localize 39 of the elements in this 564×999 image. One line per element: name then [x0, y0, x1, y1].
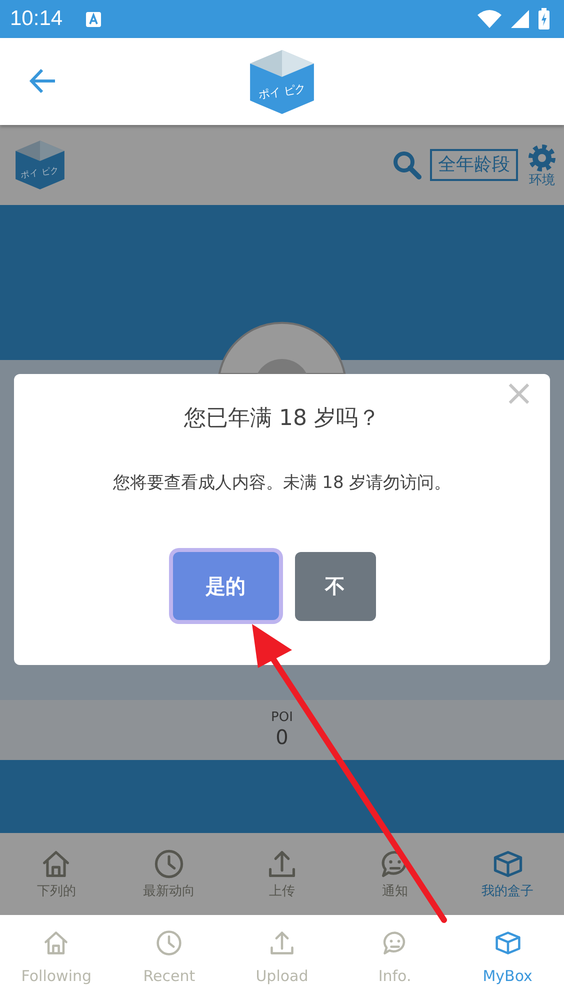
clock-time: 10:14: [10, 6, 63, 32]
nav-tab[interactable]: MyBox: [451, 915, 564, 999]
age-rating-button[interactable]: 全年龄段: [430, 149, 518, 181]
clock-icon: [155, 929, 184, 957]
settings-button[interactable]: 环境: [526, 142, 558, 188]
wifi-icon: [477, 9, 502, 29]
gear-icon: [526, 142, 558, 174]
battery-icon: [538, 8, 550, 30]
logo-text: ポイ ピク: [20, 166, 60, 181]
house-icon: [42, 929, 70, 957]
nav-tab[interactable]: Info.: [338, 915, 452, 999]
back-arrow-icon: [28, 66, 58, 96]
box-icon: [494, 929, 522, 957]
cube-icon: [16, 140, 64, 190]
nav-tab[interactable]: 通知: [338, 833, 452, 915]
nav-tab[interactable]: Upload: [226, 915, 338, 999]
decline-button[interactable]: 不: [294, 552, 376, 620]
nav-tab[interactable]: Recent: [112, 915, 226, 999]
nav-tab[interactable]: 我的盒子: [451, 833, 564, 915]
notification-icon: [84, 10, 102, 28]
cube-icon: [250, 50, 314, 114]
dialog-message: 您将要查看成人内容。未满 18 岁请勿访问。: [112, 472, 452, 495]
upload-icon: [268, 929, 296, 957]
nav-tab[interactable]: 下列的: [0, 833, 113, 915]
settings-label: 环境: [529, 174, 555, 188]
clock-icon: [153, 848, 186, 880]
stat-value: 0: [276, 725, 288, 750]
back-button[interactable]: [28, 66, 58, 96]
avatar-icon: [218, 322, 346, 374]
nav-tab[interactable]: Following: [0, 915, 113, 999]
dialog-title: 您已年满 18 岁吗？: [183, 405, 381, 433]
stat-label: POI: [271, 710, 293, 726]
search-icon[interactable]: [392, 150, 422, 180]
close-button[interactable]: ×: [504, 376, 534, 412]
logo-text: ポイ ピク: [257, 80, 307, 102]
confirm-button[interactable]: 是的: [172, 552, 278, 620]
nav-tab[interactable]: 最新动向: [112, 833, 226, 915]
signal-icon: [510, 9, 530, 29]
nav-tab[interactable]: 上传: [226, 833, 338, 915]
